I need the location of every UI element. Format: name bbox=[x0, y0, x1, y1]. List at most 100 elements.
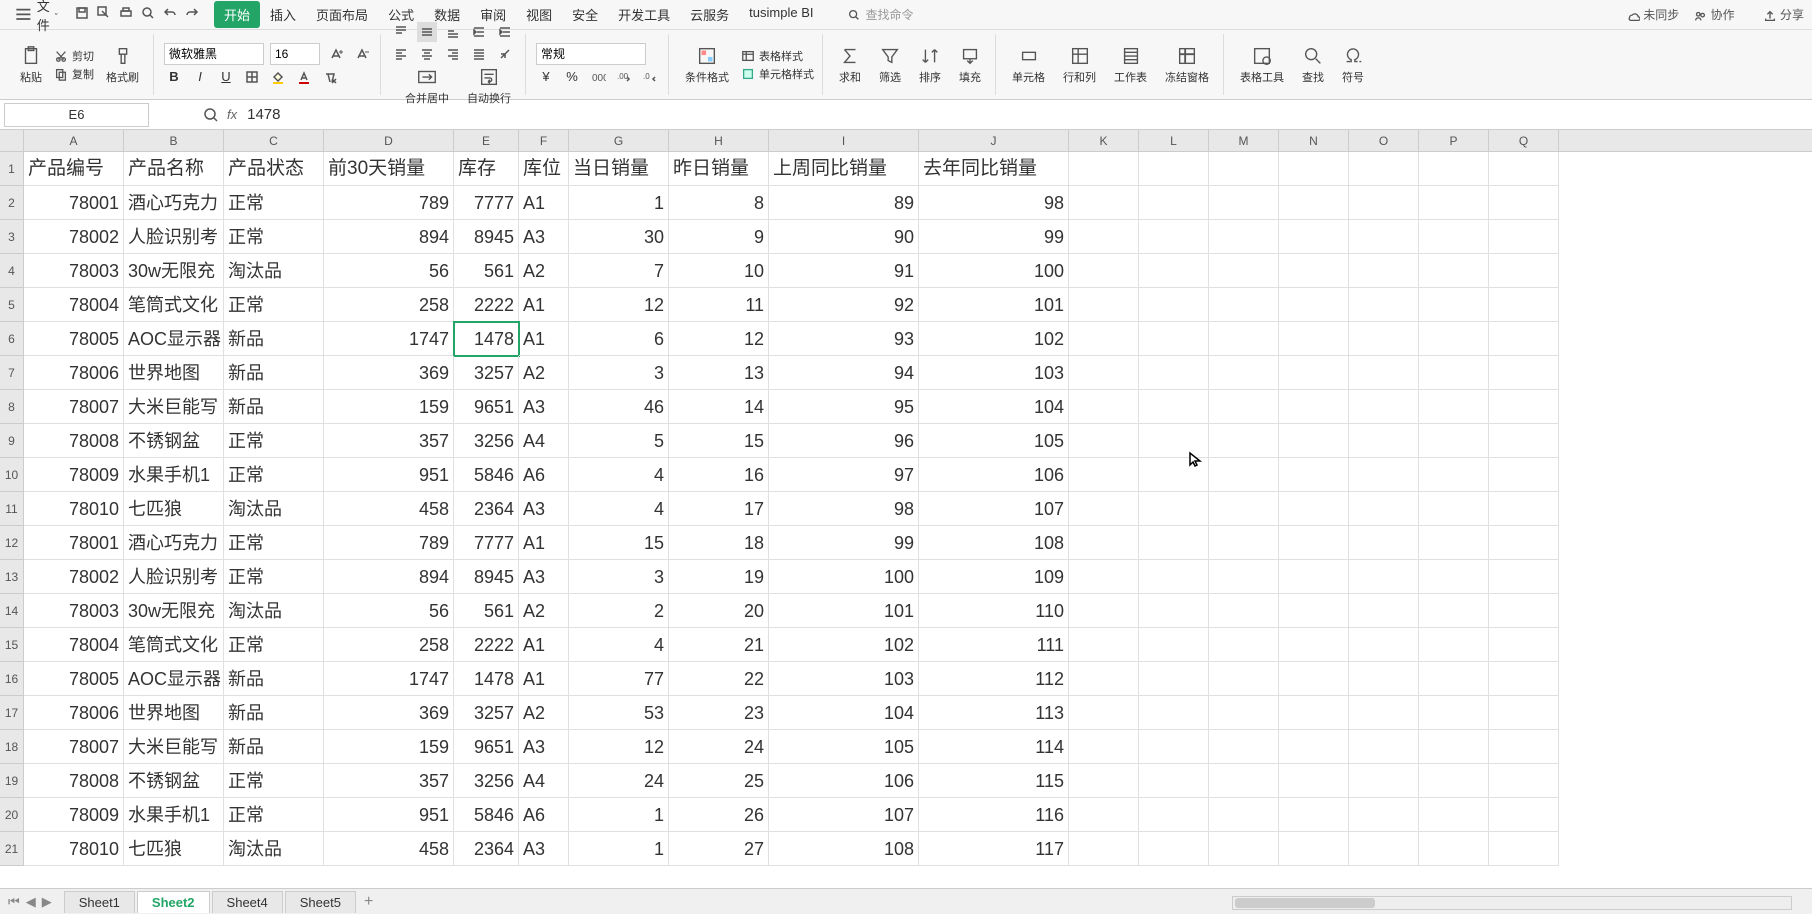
sheet-next[interactable]: ▶ bbox=[42, 894, 52, 910]
cell[interactable]: AOC显示器 bbox=[124, 662, 224, 696]
cell[interactable] bbox=[1069, 526, 1139, 560]
cell[interactable]: 114 bbox=[919, 730, 1069, 764]
cell[interactable]: 357 bbox=[324, 424, 454, 458]
cell[interactable]: 酒心巧克力 bbox=[124, 186, 224, 220]
col-header-C[interactable]: C bbox=[224, 130, 324, 151]
cell[interactable] bbox=[1069, 560, 1139, 594]
cell[interactable]: 78005 bbox=[24, 662, 124, 696]
cell[interactable]: 2222 bbox=[454, 288, 519, 322]
cell[interactable]: A6 bbox=[519, 798, 569, 832]
border-button[interactable] bbox=[242, 67, 262, 87]
cell[interactable] bbox=[1209, 594, 1279, 628]
cell[interactable] bbox=[1349, 662, 1419, 696]
cell[interactable] bbox=[1349, 730, 1419, 764]
sheet-tab-Sheet1[interactable]: Sheet1 bbox=[64, 891, 135, 913]
cell[interactable]: 库位 bbox=[519, 152, 569, 186]
cell[interactable] bbox=[1139, 628, 1209, 662]
cell[interactable]: 951 bbox=[324, 458, 454, 492]
cell[interactable] bbox=[1069, 424, 1139, 458]
row-header-16[interactable]: 16 bbox=[0, 662, 24, 696]
cell[interactable]: 102 bbox=[769, 628, 919, 662]
cell[interactable]: 库存 bbox=[454, 152, 519, 186]
row-header-5[interactable]: 5 bbox=[0, 288, 24, 322]
cell[interactable] bbox=[1069, 594, 1139, 628]
cell[interactable] bbox=[1349, 492, 1419, 526]
cell[interactable]: 14 bbox=[669, 390, 769, 424]
rowcol-button[interactable]: 行和列 bbox=[1057, 43, 1102, 87]
col-header-P[interactable]: P bbox=[1419, 130, 1489, 151]
cell[interactable] bbox=[1209, 730, 1279, 764]
col-header-B[interactable]: B bbox=[124, 130, 224, 151]
cell[interactable]: 4 bbox=[569, 492, 669, 526]
cell[interactable]: 78003 bbox=[24, 254, 124, 288]
cell[interactable] bbox=[1069, 322, 1139, 356]
cell[interactable]: 1747 bbox=[324, 662, 454, 696]
cell[interactable] bbox=[1489, 730, 1559, 764]
cell[interactable]: 1 bbox=[569, 832, 669, 866]
ribbon-tab-6[interactable]: 视图 bbox=[516, 1, 562, 28]
col-header-E[interactable]: E bbox=[454, 130, 519, 151]
row-header-14[interactable]: 14 bbox=[0, 594, 24, 628]
cell[interactable] bbox=[1349, 254, 1419, 288]
cell[interactable]: 人脸识别考 bbox=[124, 220, 224, 254]
paste-button[interactable]: 粘贴 bbox=[14, 43, 48, 87]
cell[interactable]: A3 bbox=[519, 492, 569, 526]
cell[interactable]: 正常 bbox=[224, 628, 324, 662]
cell[interactable]: 5846 bbox=[454, 798, 519, 832]
cell[interactable] bbox=[1139, 696, 1209, 730]
cell[interactable]: A3 bbox=[519, 730, 569, 764]
cell[interactable] bbox=[1069, 220, 1139, 254]
scroll-thumb[interactable] bbox=[1235, 898, 1375, 908]
cell[interactable]: A4 bbox=[519, 424, 569, 458]
cell[interactable]: 正常 bbox=[224, 764, 324, 798]
row-header-9[interactable]: 9 bbox=[0, 424, 24, 458]
cell[interactable]: 6 bbox=[569, 322, 669, 356]
cell[interactable] bbox=[1419, 492, 1489, 526]
cell[interactable] bbox=[1419, 560, 1489, 594]
cell[interactable]: 3256 bbox=[454, 424, 519, 458]
cell[interactable]: 8 bbox=[669, 186, 769, 220]
symbol-button[interactable]: 符号 bbox=[1336, 43, 1370, 87]
find-button[interactable]: 查找 bbox=[1296, 43, 1330, 87]
cell[interactable]: 20 bbox=[669, 594, 769, 628]
cell[interactable]: 112 bbox=[919, 662, 1069, 696]
cell[interactable]: A1 bbox=[519, 662, 569, 696]
cell[interactable] bbox=[1209, 662, 1279, 696]
cell[interactable]: A1 bbox=[519, 526, 569, 560]
row-header-19[interactable]: 19 bbox=[0, 764, 24, 798]
add-sheet-button[interactable]: + bbox=[364, 893, 373, 911]
cell[interactable]: 102 bbox=[919, 322, 1069, 356]
fx-label[interactable]: fx bbox=[227, 107, 237, 122]
cell-style-button[interactable]: 单元格样式 bbox=[741, 66, 814, 82]
row-header-8[interactable]: 8 bbox=[0, 390, 24, 424]
cell[interactable]: 458 bbox=[324, 492, 454, 526]
col-header-H[interactable]: H bbox=[669, 130, 769, 151]
cell[interactable] bbox=[1349, 390, 1419, 424]
cell[interactable] bbox=[1489, 186, 1559, 220]
formula-input[interactable]: 1478 bbox=[237, 106, 1812, 123]
cell[interactable]: 111 bbox=[919, 628, 1069, 662]
ribbon-tab-7[interactable]: 安全 bbox=[562, 1, 608, 28]
cell[interactable]: 12 bbox=[669, 322, 769, 356]
cell[interactable] bbox=[1279, 628, 1349, 662]
italic-button[interactable]: I bbox=[190, 67, 210, 87]
filter-button[interactable]: 筛选 bbox=[873, 43, 907, 87]
comma-button[interactable]: 000 bbox=[588, 67, 608, 87]
cell[interactable]: 1 bbox=[569, 798, 669, 832]
ribbon-tab-10[interactable]: tusimple BI bbox=[739, 1, 823, 28]
cell[interactable]: 12 bbox=[569, 288, 669, 322]
cell[interactable]: 78009 bbox=[24, 798, 124, 832]
worksheet-button[interactable]: 工作表 bbox=[1108, 43, 1153, 87]
cell[interactable] bbox=[1489, 560, 1559, 594]
cell[interactable]: 78002 bbox=[24, 220, 124, 254]
font-color-button[interactable] bbox=[294, 67, 314, 87]
cell[interactable]: 78007 bbox=[24, 730, 124, 764]
row-header-1[interactable]: 1 bbox=[0, 152, 24, 186]
cell[interactable] bbox=[1069, 356, 1139, 390]
cell[interactable] bbox=[1209, 526, 1279, 560]
cell[interactable] bbox=[1419, 356, 1489, 390]
cell[interactable] bbox=[1489, 356, 1559, 390]
cell[interactable] bbox=[1139, 390, 1209, 424]
cell[interactable] bbox=[1489, 628, 1559, 662]
cell[interactable] bbox=[1069, 628, 1139, 662]
